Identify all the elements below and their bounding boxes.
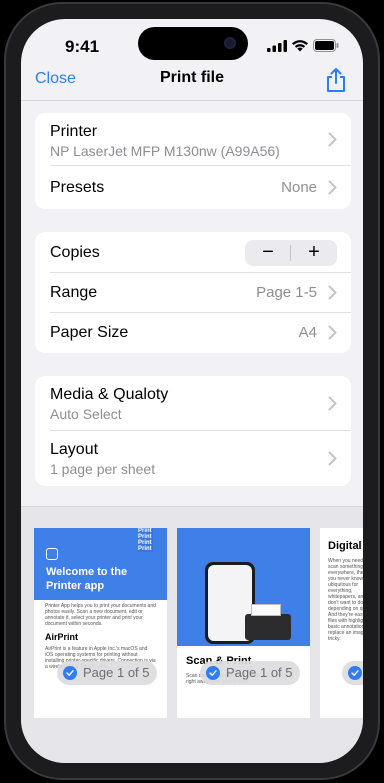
chevron-right-icon [328,180,337,195]
range-row[interactable]: Range Page 1-5 [35,273,351,312]
checkmark-icon [206,666,220,680]
page-preview-2[interactable]: Scan & Print Scan documents with the cam… [177,528,310,718]
page-indicator-label: Page 1 of 5 [226,665,293,680]
status-time: 9:41 [65,37,100,56]
paper-size-label: Paper Size [50,324,129,341]
copies-settings-group: Copies − + Range Page 1-5 Paper Size A4 [35,232,351,353]
page-preview-1[interactable]: Welcome to the Printer app Print Print P… [34,528,167,718]
paper-size-row[interactable]: Paper Size A4 [35,313,351,353]
presets-row[interactable]: Presets None [35,166,351,209]
media-settings-group: Media & Qualoty Auto Select Layout 1 pag… [35,376,351,486]
page-preview-title: Welcome to the Printer app [46,566,128,592]
page-indicator [342,661,363,685]
battery-icon [313,39,339,52]
printer-label: Printer [50,123,98,140]
page-preview-title: Digital S [328,540,363,552]
range-label: Range [50,284,98,301]
navigation-bar: Close Print file [21,65,363,101]
media-quality-value: Auto Select [50,406,122,422]
chevron-right-icon [328,132,337,147]
paper-size-value: A4 [298,324,317,341]
camera-icon [224,37,236,49]
printer-row[interactable]: Printer NP LaserJet MFP M130nw (A99A56) [35,113,351,165]
printer-app-icon [46,548,58,560]
signal-icon [267,40,287,52]
page-header: Welcome to the Printer app Print Print P… [34,528,167,600]
print-stack-label: Print Print Print Print [138,528,153,552]
printer-illustration [245,604,291,640]
phone-screen: 9:41 Close Print file Printer NP LaserJe… [21,19,363,763]
page-header [177,528,310,646]
wifi-icon [292,40,308,52]
page-preview-3[interactable]: Digital S When you need to scan somethin… [320,528,363,718]
layout-label: Layout [50,441,99,458]
copies-stepper: − + [245,240,337,266]
page-preview-heading: AirPrint [45,632,79,642]
layout-row[interactable]: Layout 1 page per sheet [35,431,351,486]
chevron-right-icon [328,325,337,340]
page-indicator: Page 1 of 5 [200,661,300,685]
checkmark-icon [63,666,77,680]
page-indicator-label: Page 1 of 5 [83,665,150,680]
presets-value: None [281,179,317,196]
printer-settings-group: Printer NP LaserJet MFP M130nw (A99A56) … [35,113,351,209]
decrement-button[interactable]: − [245,240,291,266]
media-quality-label: Media & Qualoty [50,386,169,403]
chevron-right-icon [328,285,337,300]
range-value: Page 1-5 [256,284,317,301]
copies-label: Copies [50,244,100,261]
checkmark-icon [348,666,362,680]
printer-name: NP LaserJet MFP M130nw (A99A56) [50,143,280,159]
page-preview-carousel[interactable]: Welcome to the Printer app Print Print P… [21,506,363,763]
share-icon[interactable] [325,67,347,93]
copies-row: Copies − + [35,232,351,272]
page-preview-body: When you need to scan something everywhe… [328,558,363,642]
presets-label: Presets [50,179,105,196]
chevron-right-icon [328,451,337,466]
page-preview-intro: Printer App helps you to print your docu… [45,603,156,627]
media-quality-row[interactable]: Media & Qualoty Auto Select [35,376,351,430]
layout-value: 1 page per sheet [50,461,156,477]
chevron-right-icon [328,396,337,411]
dynamic-island [138,27,248,60]
page-indicator: Page 1 of 5 [57,661,157,685]
page-title: Print file [159,69,224,86]
increment-button[interactable]: + [291,240,337,266]
